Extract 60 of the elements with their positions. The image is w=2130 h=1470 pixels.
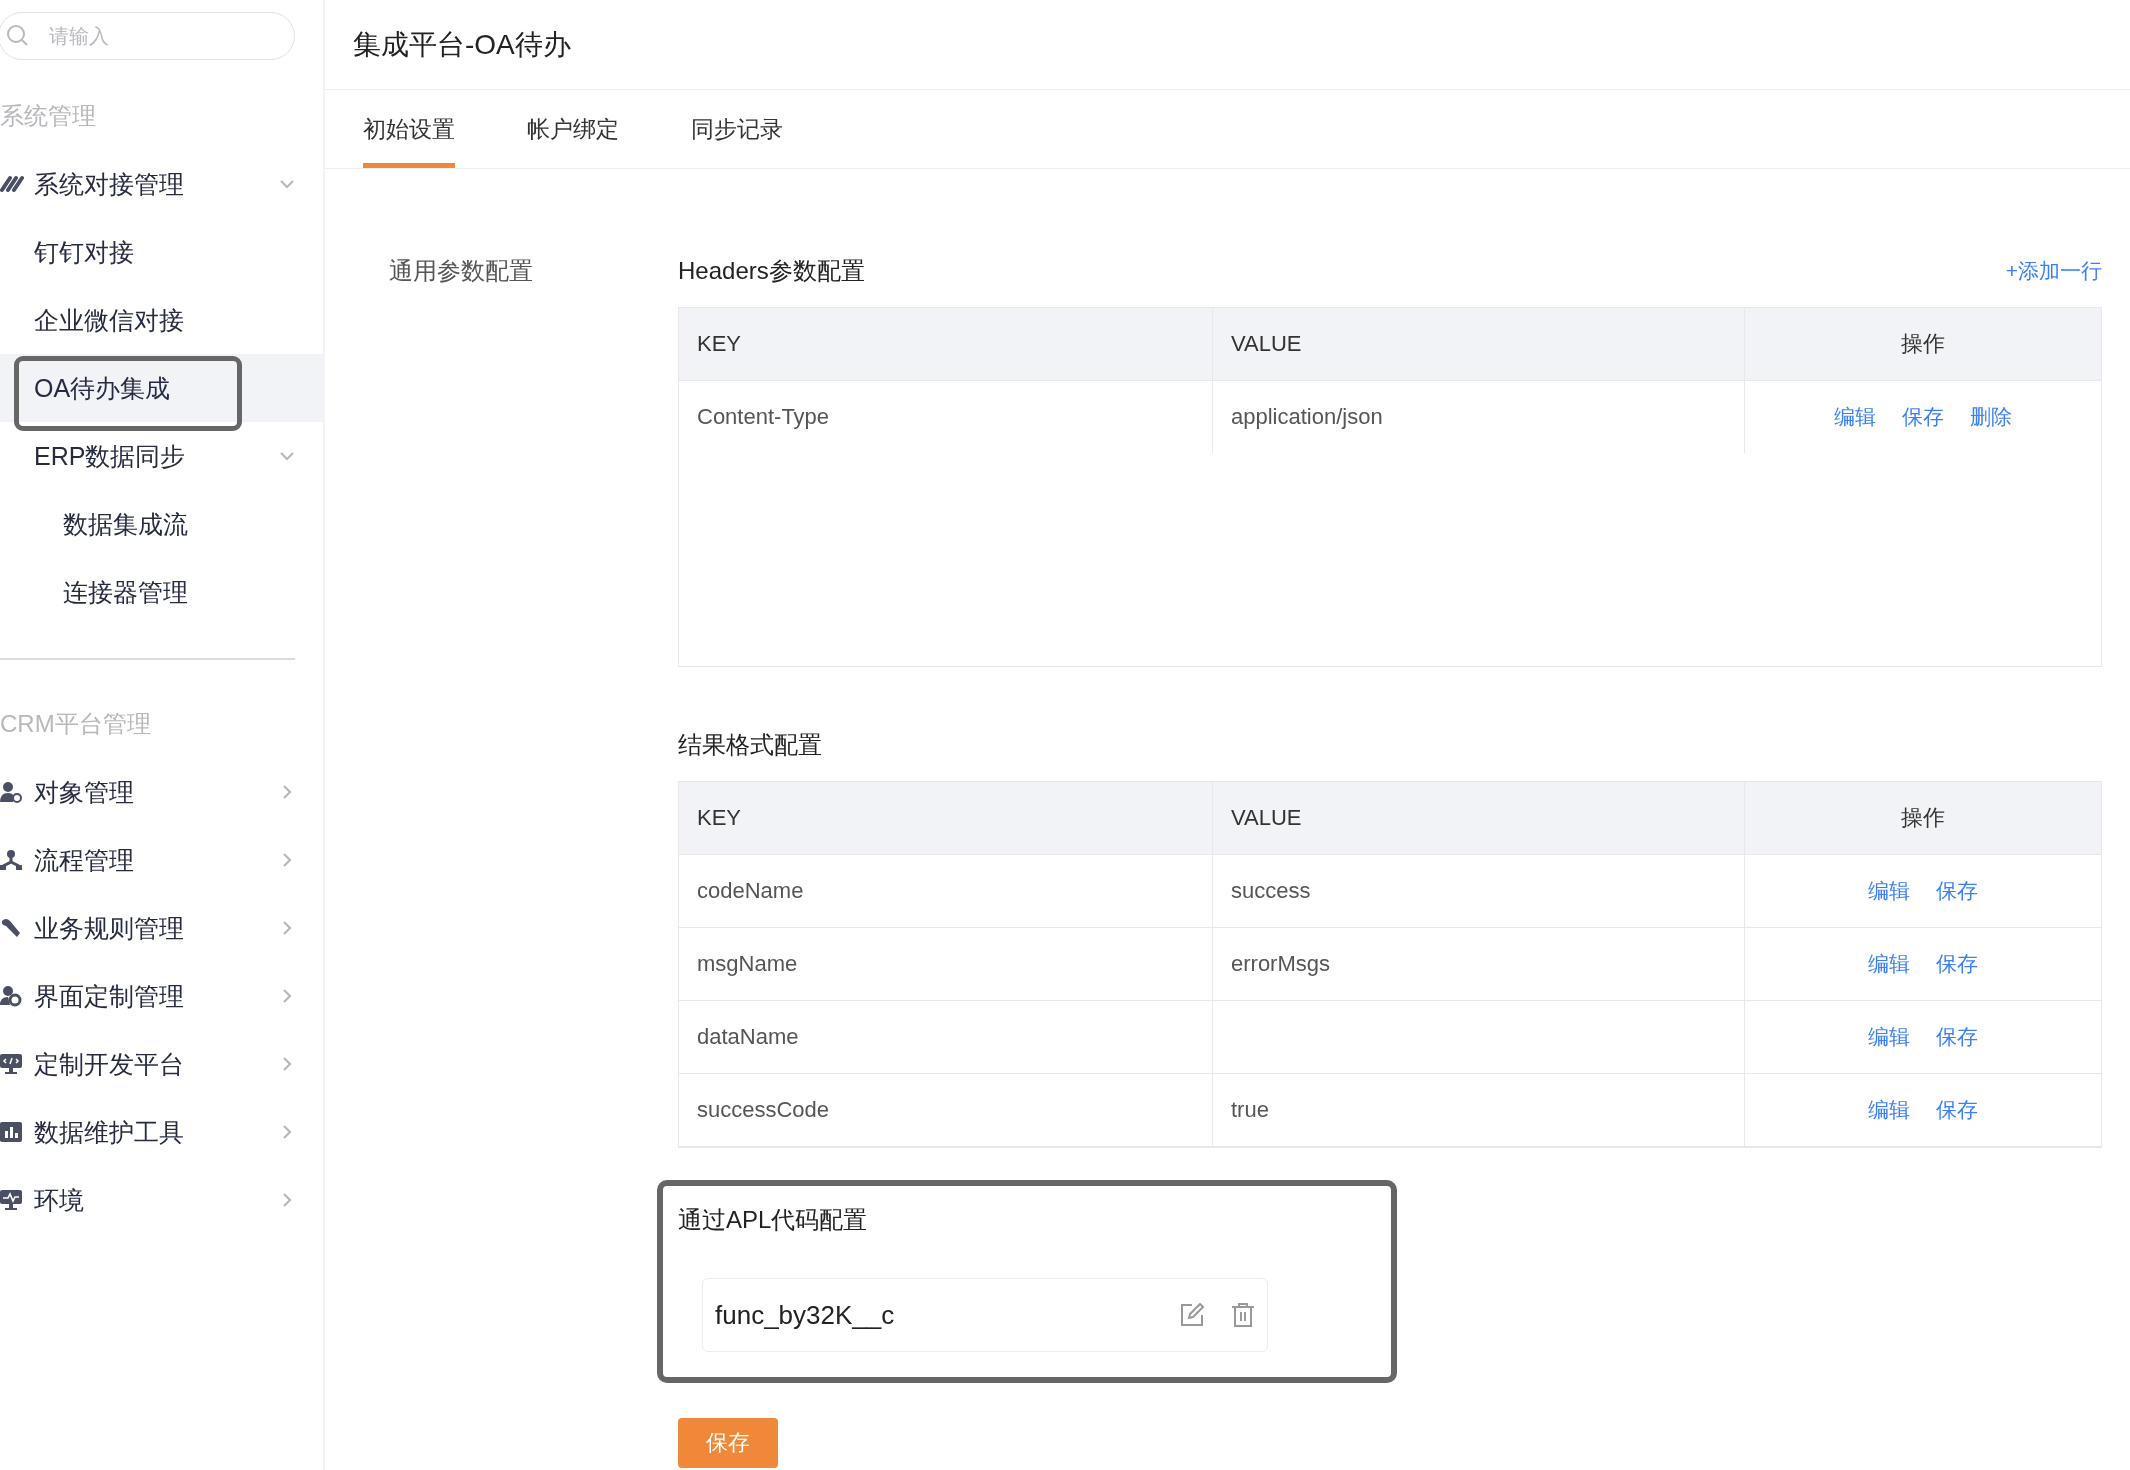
section-title: 系统管理	[0, 102, 96, 129]
column-header: KEY	[679, 308, 1213, 380]
column-header: 操作	[1745, 782, 2101, 854]
table-cell: true	[1213, 1074, 1745, 1146]
search-field[interactable]: 请输入	[0, 12, 295, 60]
action-link[interactable]: 编辑	[1868, 877, 1910, 905]
action-link[interactable]: 编辑	[1868, 950, 1910, 978]
flow-icon	[0, 849, 22, 871]
section-title: CRM平台管理	[0, 710, 151, 737]
menu-item[interactable]: 界面定制管理	[0, 962, 323, 1030]
column-header: 操作	[1745, 308, 2101, 380]
delete-icon[interactable]	[1231, 1302, 1255, 1328]
settings-nav-item[interactable]: 通用参数配置	[389, 257, 533, 284]
search-icon	[6, 24, 30, 48]
menu-item[interactable]: 流程管理	[0, 826, 323, 894]
column-header: KEY	[679, 782, 1213, 854]
user-gear-icon	[0, 781, 22, 803]
table-cell: successCode	[679, 1074, 1213, 1146]
menu-item[interactable]: 钉钉对接	[0, 218, 323, 286]
menu-item[interactable]: 连接器管理	[0, 558, 323, 626]
menu-item[interactable]: ERP数据同步	[0, 422, 323, 490]
tab[interactable]: 初始设置	[363, 90, 455, 168]
wrench-icon	[0, 917, 22, 939]
menu-item[interactable]: 数据集成流	[0, 490, 323, 558]
user-gear-icon	[0, 985, 22, 1007]
action-link[interactable]: 保存	[1936, 877, 1978, 905]
menu-item[interactable]: 数据维护工具	[0, 1098, 323, 1166]
tab[interactable]: 同步记录	[691, 90, 783, 168]
table-cell: codeName	[679, 855, 1213, 927]
section-title: 通过APL代码配置	[678, 1205, 869, 1235]
section-title: Headers参数配置	[678, 256, 865, 286]
table-cell: Content-Type	[679, 381, 1213, 453]
table-cell: msgName	[679, 928, 1213, 1000]
table-cell: dataName	[679, 1001, 1213, 1073]
action-link[interactable]: 编辑	[1834, 403, 1876, 431]
table-cell: application/json	[1213, 381, 1745, 453]
column-header: VALUE	[1213, 782, 1745, 854]
edit-icon[interactable]	[1179, 1302, 1205, 1328]
menu-item[interactable]: 业务规则管理	[0, 894, 323, 962]
menu-item[interactable]: 企业微信对接	[0, 286, 323, 354]
section-title: 结果格式配置	[678, 730, 822, 760]
action-link[interactable]: 保存	[1936, 1096, 1978, 1124]
column-header: VALUE	[1213, 308, 1745, 380]
action-link[interactable]: 编辑	[1868, 1096, 1910, 1124]
tab[interactable]: 帐户绑定	[527, 90, 619, 168]
action-link[interactable]: 删除	[1970, 403, 2012, 431]
function-name: func_by32K__c	[715, 1299, 896, 1331]
action-link[interactable]: 编辑	[1868, 1023, 1910, 1051]
page-title: 集成平台-OA待办	[353, 27, 571, 62]
action-link[interactable]: 保存	[1902, 403, 1944, 431]
menu-item[interactable]: 系统对接管理	[0, 150, 323, 218]
menu-item[interactable]: 对象管理	[0, 758, 323, 826]
table-cell: errorMsgs	[1213, 928, 1745, 1000]
menu-item[interactable]: OA待办集成	[0, 354, 323, 422]
menu-item[interactable]: 定制开发平台	[0, 1030, 323, 1098]
add-row-link[interactable]: +添加一行	[2005, 257, 2102, 285]
table-cell: success	[1213, 855, 1745, 927]
action-link[interactable]: 保存	[1936, 950, 1978, 978]
action-link[interactable]: 保存	[1936, 1023, 1978, 1051]
menu-item[interactable]: 环境	[0, 1166, 323, 1234]
